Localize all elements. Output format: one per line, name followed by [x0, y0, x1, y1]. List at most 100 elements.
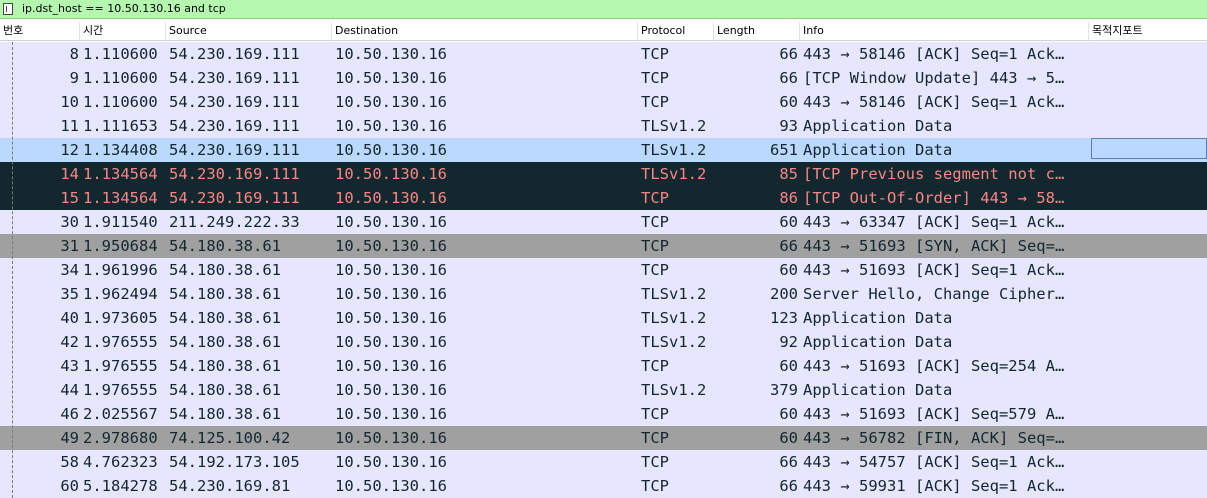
packet-protocol: TCP — [641, 45, 669, 63]
packet-length: 85 — [779, 165, 798, 183]
packet-row[interactable]: 35 1.962494 54.180.38.61 10.50.130.16 TLSv1.… — [0, 282, 1207, 306]
packet-destination: 10.50.130.16 — [335, 381, 447, 399]
packet-length: 60 — [779, 93, 798, 111]
packet-length: 66 — [779, 45, 798, 63]
packet-protocol: TLSv1.2 — [641, 285, 707, 303]
packet-protocol: TLSv1.2 — [641, 333, 707, 351]
packet-length: 651 — [770, 141, 798, 159]
packet-source: 54.180.38.61 — [169, 237, 281, 255]
packet-protocol: TCP — [641, 189, 669, 207]
packet-destination: 10.50.130.16 — [335, 453, 447, 471]
column-header-number[interactable]: 번호 — [0, 22, 80, 41]
related-packets-indicator — [12, 42, 13, 498]
packet-time: 2.025567 — [83, 405, 158, 423]
packet-row[interactable]: 60 5.184278 54.230.169.81 10.50.130.16 TCP 66… — [0, 474, 1207, 498]
packet-length: 93 — [779, 117, 798, 135]
packet-protocol: TCP — [641, 357, 669, 375]
packet-length: 66 — [779, 237, 798, 255]
packet-row[interactable]: 11 1.111653 54.230.169.111 10.50.130.16 TLSv… — [0, 114, 1207, 138]
packet-time: 1.961996 — [83, 261, 158, 279]
packet-row[interactable]: 46 2.025567 54.180.38.61 10.50.130.16 TCP 60 4… — [0, 402, 1207, 426]
packet-info: 443 → 56782 [FIN, ACK] Seq=… — [803, 429, 1065, 447]
packet-protocol: TCP — [641, 237, 669, 255]
packet-info: [TCP Out-Of-Order] 443 → 58… — [803, 189, 1065, 207]
packet-destination: 10.50.130.16 — [335, 93, 447, 111]
display-filter-bar[interactable]: ip.dst_host == 10.50.130.16 and tcp — [0, 0, 1207, 19]
packet-protocol: TCP — [641, 477, 669, 495]
packet-protocol: TLSv1.2 — [641, 381, 707, 399]
packet-row[interactable]: 44 1.976555 54.180.38.61 10.50.130.16 TLSv1.… — [0, 378, 1207, 402]
packet-row[interactable]: 42 1.976555 54.180.38.61 10.50.130.16 TLSv1.… — [0, 330, 1207, 354]
column-header-length[interactable]: Length — [714, 22, 800, 41]
packet-time: 1.976555 — [83, 381, 158, 399]
column-header-destination[interactable]: Destination — [332, 22, 638, 41]
packet-destination: 10.50.130.16 — [335, 69, 447, 87]
packet-protocol: TCP — [641, 213, 669, 231]
packet-row[interactable]: 49 2.978680 74.125.100.42 10.50.130.16 TCP 60… — [0, 426, 1207, 450]
packet-protocol: TLSv1.2 — [641, 117, 707, 135]
packet-length: 123 — [770, 309, 798, 327]
packet-source: 54.230.169.111 — [169, 117, 300, 135]
packet-destination: 10.50.130.16 — [335, 45, 447, 63]
packet-source: 54.180.38.61 — [169, 261, 281, 279]
packet-destination: 10.50.130.16 — [335, 333, 447, 351]
packet-row[interactable]: 30 1.911540 211.249.222.33 10.50.130.16 TCP 6… — [0, 210, 1207, 234]
packet-destination: 10.50.130.16 — [335, 237, 447, 255]
packet-protocol: TCP — [641, 93, 669, 111]
packet-row[interactable]: 31 1.950684 54.180.38.61 10.50.130.16 TCP 66 4… — [0, 234, 1207, 258]
packet-source: 211.249.222.33 — [169, 213, 300, 231]
packet-source: 54.230.169.111 — [169, 141, 300, 159]
packet-row[interactable]: 58 4.762323 54.192.173.105 10.50.130.16 TCP 6… — [0, 450, 1207, 474]
packet-time: 1.134564 — [83, 165, 158, 183]
packet-protocol: TCP — [641, 405, 669, 423]
packet-time: 1.976555 — [83, 333, 158, 351]
packet-row[interactable]: 8 1.110600 54.230.169.111 10.50.130.16 TCP 66… — [0, 42, 1207, 66]
packet-time: 1.110600 — [83, 93, 158, 111]
packet-time: 1.134564 — [83, 189, 158, 207]
packet-info: 443 → 51693 [SYN, ACK] Seq=… — [803, 237, 1065, 255]
packet-length: 60 — [779, 357, 798, 375]
packet-length: 60 — [779, 261, 798, 279]
packet-source: 54.230.169.111 — [169, 69, 300, 87]
packet-time: 1.134408 — [83, 141, 158, 159]
packet-protocol: TCP — [641, 69, 669, 87]
packet-source: 54.230.169.111 — [169, 165, 300, 183]
packet-info: Application Data — [803, 381, 953, 399]
packet-row[interactable]: 40 1.973605 54.180.38.61 10.50.130.16 TLSv1.… — [0, 306, 1207, 330]
packet-protocol: TLSv1.2 — [641, 141, 707, 159]
column-header-source[interactable]: Source — [166, 22, 332, 41]
packet-source: 54.180.38.61 — [169, 405, 281, 423]
packet-row[interactable]: 15 1.134564 54.230.169.111 10.50.130.16 TCP 8… — [0, 186, 1207, 210]
column-header-protocol[interactable]: Protocol — [638, 22, 714, 41]
display-filter-input[interactable]: ip.dst_host == 10.50.130.16 and tcp — [22, 2, 226, 16]
packet-source: 74.125.100.42 — [169, 429, 291, 447]
packet-row[interactable]: 14 1.134564 54.230.169.111 10.50.130.16 TLSv… — [0, 162, 1207, 186]
packet-source: 54.230.169.81 — [169, 477, 291, 495]
packet-destination: 10.50.130.16 — [335, 309, 447, 327]
column-header-time[interactable]: 시간 — [80, 22, 166, 41]
packet-info: [TCP Previous segment not c… — [803, 165, 1065, 183]
packet-source: 54.180.38.61 — [169, 357, 281, 375]
packet-info: [TCP Window Update] 443 → 5… — [803, 69, 1065, 87]
packet-time: 5.184278 — [83, 477, 158, 495]
packet-row[interactable]: 10 1.110600 54.230.169.111 10.50.130.16 TCP 6… — [0, 90, 1207, 114]
packet-row[interactable]: 9 1.110600 54.230.169.111 10.50.130.16 TCP 66… — [0, 66, 1207, 90]
bookmark-icon[interactable] — [3, 3, 13, 15]
column-header-info[interactable]: Info — [800, 22, 1089, 41]
packet-source: 54.230.169.111 — [169, 189, 300, 207]
packet-time: 1.911540 — [83, 213, 158, 231]
packet-time: 1.976555 — [83, 357, 158, 375]
packet-time: 1.110600 — [83, 45, 158, 63]
packet-length: 86 — [779, 189, 798, 207]
packet-row[interactable]: 12 1.134408 54.230.169.111 10.50.130.16 TLSv… — [0, 138, 1207, 162]
packet-info: 443 → 51693 [ACK] Seq=254 A… — [803, 357, 1065, 375]
packet-row[interactable]: 43 1.976555 54.180.38.61 10.50.130.16 TCP 60 4… — [0, 354, 1207, 378]
packet-time: 1.973605 — [83, 309, 158, 327]
column-header-dst-port[interactable]: 목적지포트 — [1089, 22, 1207, 41]
packet-row[interactable]: 34 1.961996 54.180.38.61 10.50.130.16 TCP 60 4… — [0, 258, 1207, 282]
packet-destination: 10.50.130.16 — [335, 477, 447, 495]
packet-length: 66 — [779, 477, 798, 495]
packet-time: 4.762323 — [83, 453, 158, 471]
packet-time: 1.962494 — [83, 285, 158, 303]
packet-destination: 10.50.130.16 — [335, 213, 447, 231]
